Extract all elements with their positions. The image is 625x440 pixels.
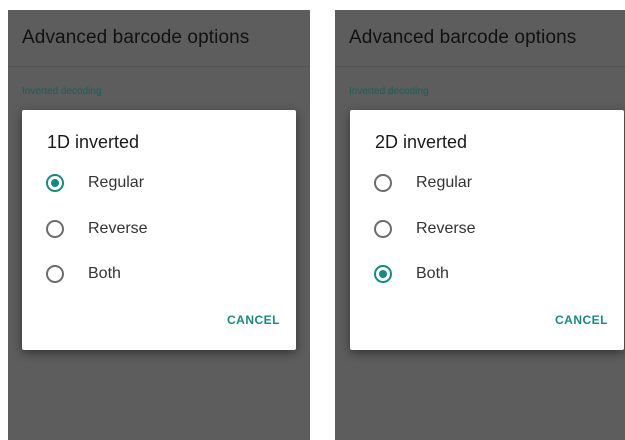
option-label: Both <box>88 265 121 282</box>
radio-button[interactable] <box>46 220 64 238</box>
option-reverse[interactable]: Reverse <box>46 214 276 244</box>
dialog-1d-inverted: 1D inverted Regular Reverse Both CANCEL <box>22 110 296 350</box>
option-label: Both <box>416 265 449 282</box>
section-label: Inverted decoding <box>22 86 102 97</box>
screen-2d-inverted: Advanced barcode options Inverted decodi… <box>335 10 625 440</box>
app-title: Advanced barcode options <box>349 27 577 48</box>
option-regular[interactable]: Regular <box>46 168 276 198</box>
radio-button[interactable] <box>46 174 64 192</box>
dialog-title: 1D inverted <box>47 132 140 152</box>
radio-button[interactable] <box>374 174 392 192</box>
dialog-title: 2D inverted <box>375 132 468 152</box>
option-label: Reverse <box>88 220 148 237</box>
app-title: Advanced barcode options <box>22 27 250 48</box>
option-label: Regular <box>416 174 473 191</box>
radio-button[interactable] <box>374 265 392 283</box>
dialog-2d-inverted: 2D inverted Regular Reverse Both CANCEL <box>350 110 624 350</box>
section-label: Inverted decoding <box>349 86 429 97</box>
app-bar: Advanced barcode options <box>335 10 625 67</box>
option-both[interactable]: Both <box>374 259 604 289</box>
option-label: Regular <box>88 174 145 191</box>
cancel-button[interactable]: CANCEL <box>555 313 608 327</box>
option-both[interactable]: Both <box>46 259 276 289</box>
screen-1d-inverted: Advanced barcode options Inverted decodi… <box>8 10 310 440</box>
cancel-button[interactable]: CANCEL <box>227 313 280 327</box>
app-bar: Advanced barcode options <box>8 10 310 67</box>
option-reverse[interactable]: Reverse <box>374 214 604 244</box>
radio-button[interactable] <box>46 265 64 283</box>
option-label: Reverse <box>416 220 476 237</box>
option-regular[interactable]: Regular <box>374 168 604 198</box>
radio-button[interactable] <box>374 220 392 238</box>
